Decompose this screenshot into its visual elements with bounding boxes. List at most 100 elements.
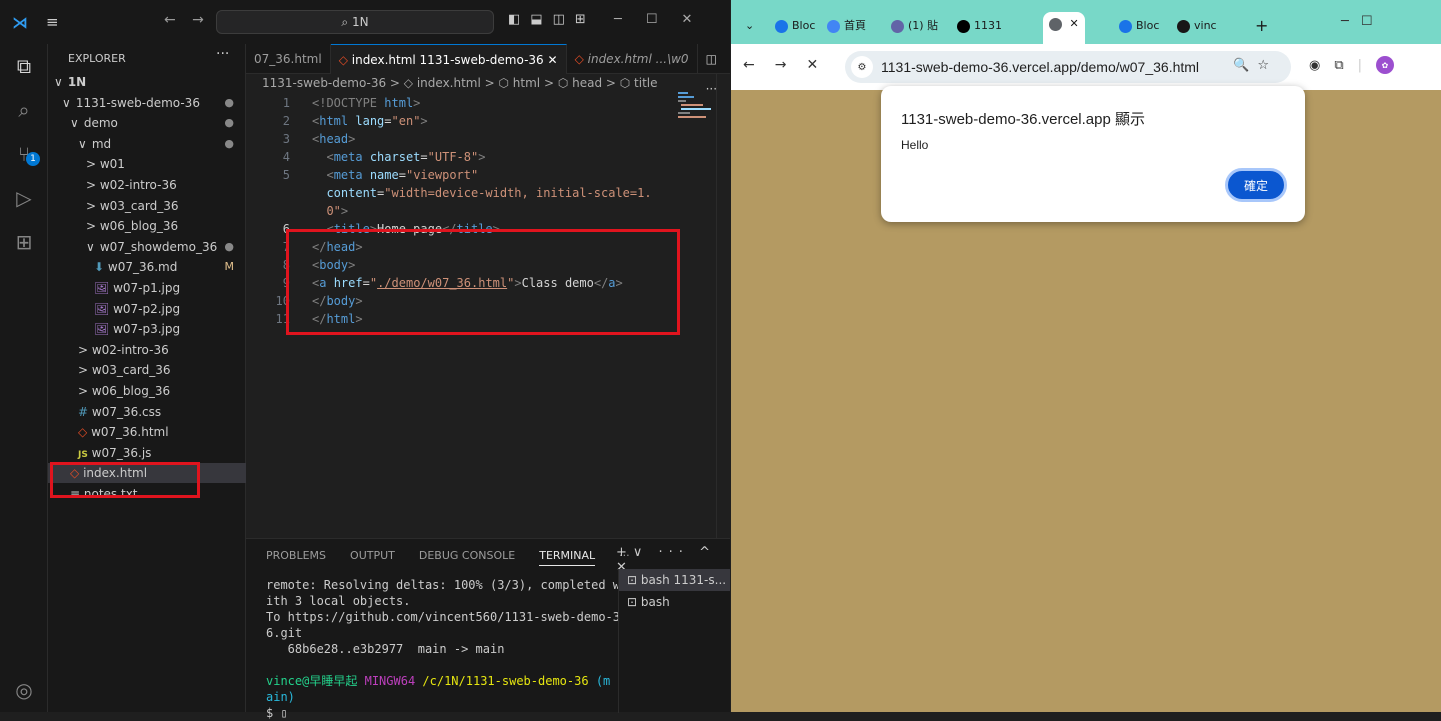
bottom-panel: PROBLEMS OUTPUT DEBUG CONSOLE TERMINAL ·… [246, 538, 730, 720]
tab-w07-html[interactable]: 07_36.html [246, 44, 331, 74]
tree-item[interactable]: 🖼 w07-p3.jpg [48, 319, 246, 339]
browser-nav-buttons[interactable]: ←→✕ [743, 57, 838, 73]
chevron-icon: ∨ [54, 75, 63, 89]
extensions-puzzle-icon[interactable]: ⧉ [1334, 58, 1343, 73]
accounts-icon[interactable]: ◎ [12, 678, 36, 702]
tab-terminal[interactable]: TERMINAL [539, 549, 596, 566]
tree-item-label: notes.txt [83, 487, 138, 501]
toggle-panel-icon[interactable]: ⬓ [530, 12, 542, 27]
tree-item[interactable]: ◇ w07_36.html [48, 422, 246, 442]
tab-output[interactable]: OUTPUT [350, 549, 395, 566]
tree-item[interactable]: ∨ 1N [48, 72, 246, 92]
tree-item[interactable]: ∨ 1131-sweb-demo-36 ● [48, 93, 246, 113]
run-debug-icon[interactable]: ▷ [12, 186, 36, 210]
extensions-icon[interactable]: ⊞ [12, 230, 36, 254]
code-line[interactable]: 8 <body> [246, 256, 716, 274]
search-view-icon[interactable]: ⌕ [12, 98, 36, 122]
breadcrumb[interactable]: 1131-sweb-demo-36 > ◇ index.html > ⬡ htm… [262, 76, 658, 90]
menu-icon[interactable]: ≡ [46, 13, 59, 31]
tree-item-label: demo [83, 116, 118, 131]
browser-window-controls[interactable]: ─☐ [1341, 14, 1384, 29]
changes-dot: ● [224, 116, 234, 130]
tab-problems[interactable]: PROBLEMS [266, 549, 326, 566]
tree-item[interactable]: 🖼 w07-p1.jpg [48, 278, 246, 298]
chevron-icon: > [78, 384, 89, 398]
close-tab-icon[interactable]: ✕ [548, 53, 558, 67]
code-line[interactable]: 7 </head> [246, 238, 716, 256]
minimap[interactable] [678, 92, 716, 122]
profile-avatar[interactable]: ✿ [1376, 56, 1395, 74]
code-line[interactable]: 3 <head> [246, 130, 716, 148]
browser-tab[interactable]: Bloc [1119, 14, 1159, 38]
tab-favicon-icon [1177, 19, 1190, 33]
tree-item[interactable]: ◇ index.html [48, 463, 246, 484]
code-line[interactable]: 9 <a href="./demo/w07_36.html">Class demo… [246, 274, 716, 292]
close-icon[interactable]: ✕ [681, 12, 692, 27]
minimize-icon[interactable]: ─ [614, 12, 622, 27]
terminal-output[interactable]: remote: Resolving deltas: 100% (3/3), co… [266, 577, 620, 721]
maximize-icon[interactable]: ☐ [646, 12, 658, 27]
browser-tab[interactable]: 1131 [957, 14, 1002, 38]
address-bar[interactable]: ⚙ 1131-sweb-demo-36.vercel.app/demo/w07_… [845, 51, 1291, 83]
tree-item[interactable]: ∨ w07_showdemo_36 ● [48, 237, 246, 257]
zoom-bookmark-icons[interactable]: 🔍☆ [1233, 58, 1277, 73]
code-editor[interactable]: 1 <!DOCTYPE html> 2 <html lang="en"> 3 <head>… [246, 94, 716, 328]
html-file-icon: ◇ [70, 466, 80, 481]
terminal-prompt: vince@早睡早起 MINGW64 /c/1N/1131-sweb-demo-… [266, 674, 611, 688]
code-line[interactable]: 2 <html lang="en"> [246, 112, 716, 130]
terminal-instance[interactable]: ⊡ bash [619, 591, 730, 613]
code-line[interactable]: 0"> [246, 202, 716, 220]
toggle-sidebar-icon[interactable]: ◧ [508, 12, 520, 27]
ok-button[interactable]: 確定 [1225, 168, 1287, 202]
new-tab-icon[interactable]: + [1255, 14, 1268, 38]
lens-icon[interactable]: ◉ [1309, 58, 1320, 73]
tree-item[interactable]: > w03_card_36 [48, 360, 246, 380]
code-line[interactable]: 1 <!DOCTYPE html> [246, 94, 716, 112]
explorer-icon[interactable]: ⧉ [12, 54, 36, 78]
tree-item[interactable]: ≡ notes.txt [48, 484, 246, 504]
tree-item[interactable]: > w01 [48, 154, 246, 174]
browser-tab[interactable]: vinc [1177, 14, 1217, 38]
editor-scrollbar[interactable] [716, 74, 730, 538]
browser-tab[interactable]: (1) 貼 [891, 14, 938, 38]
explorer-more-icon[interactable]: ··· [216, 46, 229, 62]
code-line[interactable]: content="width=device-width, initial-sca… [246, 184, 716, 202]
code-line[interactable]: 6 <title>Home page</title> [246, 220, 716, 238]
browser-toolbar: ←→✕ ⚙ 1131-sweb-demo-36.vercel.app/demo/… [731, 44, 1441, 90]
tree-item[interactable]: > w06_blog_36 [48, 216, 246, 236]
explorer-title: EXPLORER [68, 52, 126, 65]
tree-item[interactable]: ⬇ w07_36.md M [48, 257, 246, 277]
tree-item[interactable]: > w02-intro-36 [48, 340, 246, 360]
tab-debug-console[interactable]: DEBUG CONSOLE [419, 549, 515, 566]
tree-item[interactable]: JS w07_36.js [48, 443, 246, 463]
tree-item[interactable]: 🖼 w07-p2.jpg [48, 299, 246, 319]
toggle-secondary-sidebar-icon[interactable]: ◫ [553, 12, 565, 27]
chevron-icon: > [86, 219, 97, 234]
layout-controls[interactable]: ◧ ⬓ ◫ ⊞ [508, 12, 586, 27]
code-line[interactable]: 5 <meta name="viewport" [246, 166, 716, 184]
tree-item[interactable]: > w03_card_36 [48, 196, 246, 216]
code-line[interactable]: 10 </body> [246, 292, 716, 310]
editor-actions[interactable]: ◫ ··· [698, 44, 730, 96]
window-controls[interactable]: ─ ☐ ✕ [614, 12, 692, 27]
customize-layout-icon[interactable]: ⊞ [575, 12, 586, 27]
browser-tab[interactable]: Bloc [775, 14, 815, 38]
tree-item[interactable]: ∨ md ● [48, 134, 246, 154]
terminal-instance[interactable]: ⊡ bash 1131-s... [619, 569, 730, 591]
tree-item[interactable]: > w06_blog_36 [48, 381, 246, 401]
tree-item[interactable]: # w07_36.css [48, 402, 246, 422]
code-line[interactable]: 4 <meta charset="UTF-8"> [246, 148, 716, 166]
nav-arrows[interactable]: ← → [164, 12, 210, 28]
browser-tab[interactable]: 首頁 [827, 14, 866, 38]
tab-search-menu-icon[interactable]: ⌄ [745, 14, 754, 38]
browser-tab[interactable]: ✕ [1043, 12, 1085, 44]
tab-index-html-preview[interactable]: ◇ index.html ...\w0 [567, 44, 698, 74]
tree-item[interactable]: > w02-intro-36 [48, 175, 246, 195]
site-info-icon[interactable]: ⚙ [851, 56, 873, 78]
code-line[interactable]: 11 </html> [246, 310, 716, 328]
tab-index-html-active[interactable]: ◇ index.html 1131-sweb-demo-36 ✕ [330, 44, 567, 74]
search-icon: ⌕ [341, 14, 349, 29]
tree-item[interactable]: ∨ demo ● [48, 113, 246, 133]
command-center-search[interactable]: ⌕ 1N [216, 10, 494, 34]
close-tab-icon[interactable]: ✕ [1066, 17, 1078, 30]
